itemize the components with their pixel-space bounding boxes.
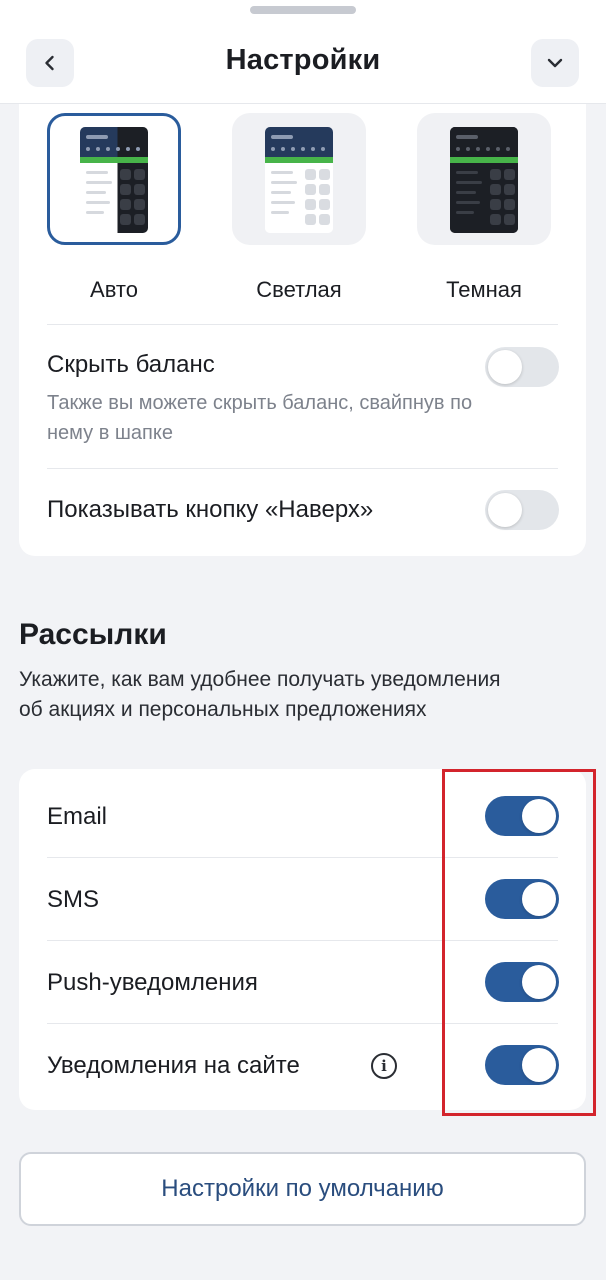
mailing-label-site: Уведомления на сайте: [47, 1052, 300, 1079]
toggle-knob: [488, 493, 522, 527]
hide-balance-title: Скрыть баланс: [47, 351, 215, 378]
divider: [47, 468, 558, 469]
theme-label-dark: Темная: [446, 277, 522, 302]
reset-defaults-button[interactable]: Настройки по умолчанию: [19, 1152, 586, 1226]
theme-preview-auto: [80, 127, 148, 233]
scroll-top-title: Показывать кнопку «Наверх»: [47, 496, 374, 523]
highlight-frame: [442, 769, 596, 1116]
info-icon[interactable]: i: [371, 1053, 397, 1079]
divider: [47, 324, 558, 325]
hide-balance-subtitle: Также вы можете скрыть баланс, свайпнув …: [47, 392, 473, 444]
theme-option-dark[interactable]: [417, 113, 551, 245]
theme-option-light[interactable]: [232, 113, 366, 245]
section-description: Укажите, как вам удобнее получать уведом…: [19, 668, 501, 721]
theme-label-auto: Авто: [90, 277, 138, 302]
toggle-knob: [488, 350, 522, 384]
collapse-button[interactable]: [531, 39, 579, 87]
sheet-grabber[interactable]: [250, 6, 356, 14]
theme-label-light: Светлая: [256, 277, 342, 302]
appearance-card: Авто Светлая Темная Скрыть баланс Также …: [19, 85, 586, 556]
chevron-down-icon: [547, 58, 563, 68]
hide-balance-toggle[interactable]: [485, 347, 559, 387]
page-title: Настройки: [225, 44, 381, 76]
mailing-label-email: Email: [47, 803, 108, 830]
theme-preview-dark: [450, 127, 518, 233]
mailing-label-push: Push-уведомления: [47, 969, 258, 996]
scroll-top-toggle[interactable]: [485, 490, 559, 530]
theme-option-auto[interactable]: [47, 113, 181, 245]
mailing-label-sms: SMS: [47, 886, 100, 913]
header: Настройки: [0, 0, 606, 104]
theme-preview-light: [265, 127, 333, 233]
section-title-mailings: Рассылки: [19, 618, 167, 651]
